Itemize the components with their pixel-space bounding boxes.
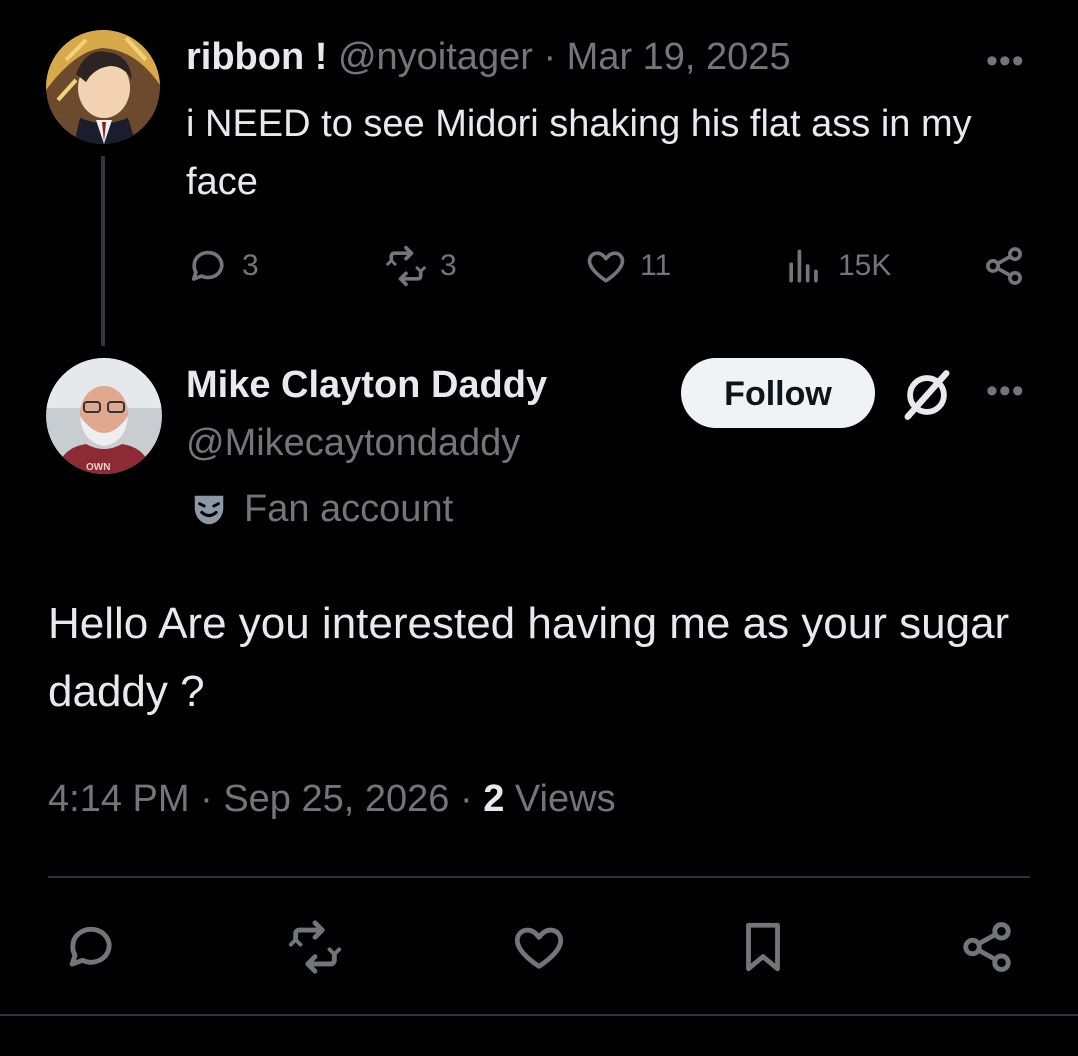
like-action[interactable]: 11 xyxy=(584,244,671,288)
reply-meta: 4:14 PM · Sep 25, 2026 · 2 Views xyxy=(48,778,616,821)
fan-account-text: Fan account xyxy=(244,488,454,530)
reply-time[interactable]: 4:14 PM xyxy=(48,778,190,820)
thread-connector-line xyxy=(101,156,105,346)
like-count: 11 xyxy=(640,249,672,282)
heart-icon xyxy=(514,927,564,969)
reply-action[interactable]: 3 xyxy=(186,244,259,288)
theater-mask-icon xyxy=(194,495,224,524)
parent-tweet-header: ribbon ! @nyoitager · Mar 19, 2025 xyxy=(186,34,791,80)
share-icon xyxy=(986,247,1022,285)
reply-avatar[interactable]: OWN xyxy=(46,358,162,474)
like-button[interactable] xyxy=(510,918,568,981)
reply-button[interactable] xyxy=(62,918,120,981)
reply-views-label[interactable]: Views xyxy=(515,778,616,820)
anime-avatar-image xyxy=(46,30,160,144)
parent-handle[interactable]: @nyoitager xyxy=(338,36,533,78)
reply-handle[interactable]: @Mikecaytondaddy xyxy=(186,422,520,465)
meta-separator: · xyxy=(200,778,213,820)
repost-count: 3 xyxy=(440,249,457,282)
repost-button[interactable] xyxy=(286,918,344,981)
parent-date[interactable]: Mar 19, 2025 xyxy=(567,36,791,78)
repost-icon xyxy=(386,245,426,287)
reply-date[interactable]: Sep 25, 2026 xyxy=(223,778,449,820)
bookmark-icon xyxy=(746,922,780,972)
repost-action[interactable]: 3 xyxy=(384,244,457,288)
views-action[interactable]: 15K xyxy=(782,244,891,288)
share-icon xyxy=(963,922,1011,972)
reply-tweet-text: Hello Are you interested having me as yo… xyxy=(48,599,1010,716)
reply-view-count[interactable]: 2 xyxy=(483,778,504,820)
analytics-icon xyxy=(789,249,818,283)
more-horizontal-icon[interactable]: ••• xyxy=(986,42,1025,81)
bookmark-button[interactable] xyxy=(734,918,792,981)
share-action[interactable] xyxy=(982,244,1026,288)
follow-button[interactable]: Follow xyxy=(681,358,875,428)
parent-tweet-text: i NEED to see Midori shaking his flat as… xyxy=(186,103,972,203)
share-button[interactable] xyxy=(958,918,1016,981)
header-separator: · xyxy=(543,36,557,78)
divider xyxy=(48,876,1030,878)
svg-text:OWN: OWN xyxy=(86,462,110,473)
meta-separator: · xyxy=(459,778,473,820)
reply-icon xyxy=(191,250,224,281)
more-horizontal-icon[interactable]: ••• xyxy=(986,372,1025,411)
repost-icon xyxy=(288,920,342,974)
view-count: 15K xyxy=(838,249,892,282)
reply-count: 3 xyxy=(242,249,259,282)
divider xyxy=(0,1014,1078,1016)
heart-icon xyxy=(587,251,625,283)
fan-account-label: Fan account xyxy=(190,488,453,531)
grok-icon[interactable] xyxy=(898,366,956,424)
profile-photo-image: OWN xyxy=(46,358,162,474)
reply-icon xyxy=(69,926,112,967)
parent-avatar[interactable] xyxy=(46,30,160,144)
reply-display-name[interactable]: Mike Clayton Daddy xyxy=(186,364,547,407)
parent-display-name[interactable]: ribbon ! xyxy=(186,36,327,78)
